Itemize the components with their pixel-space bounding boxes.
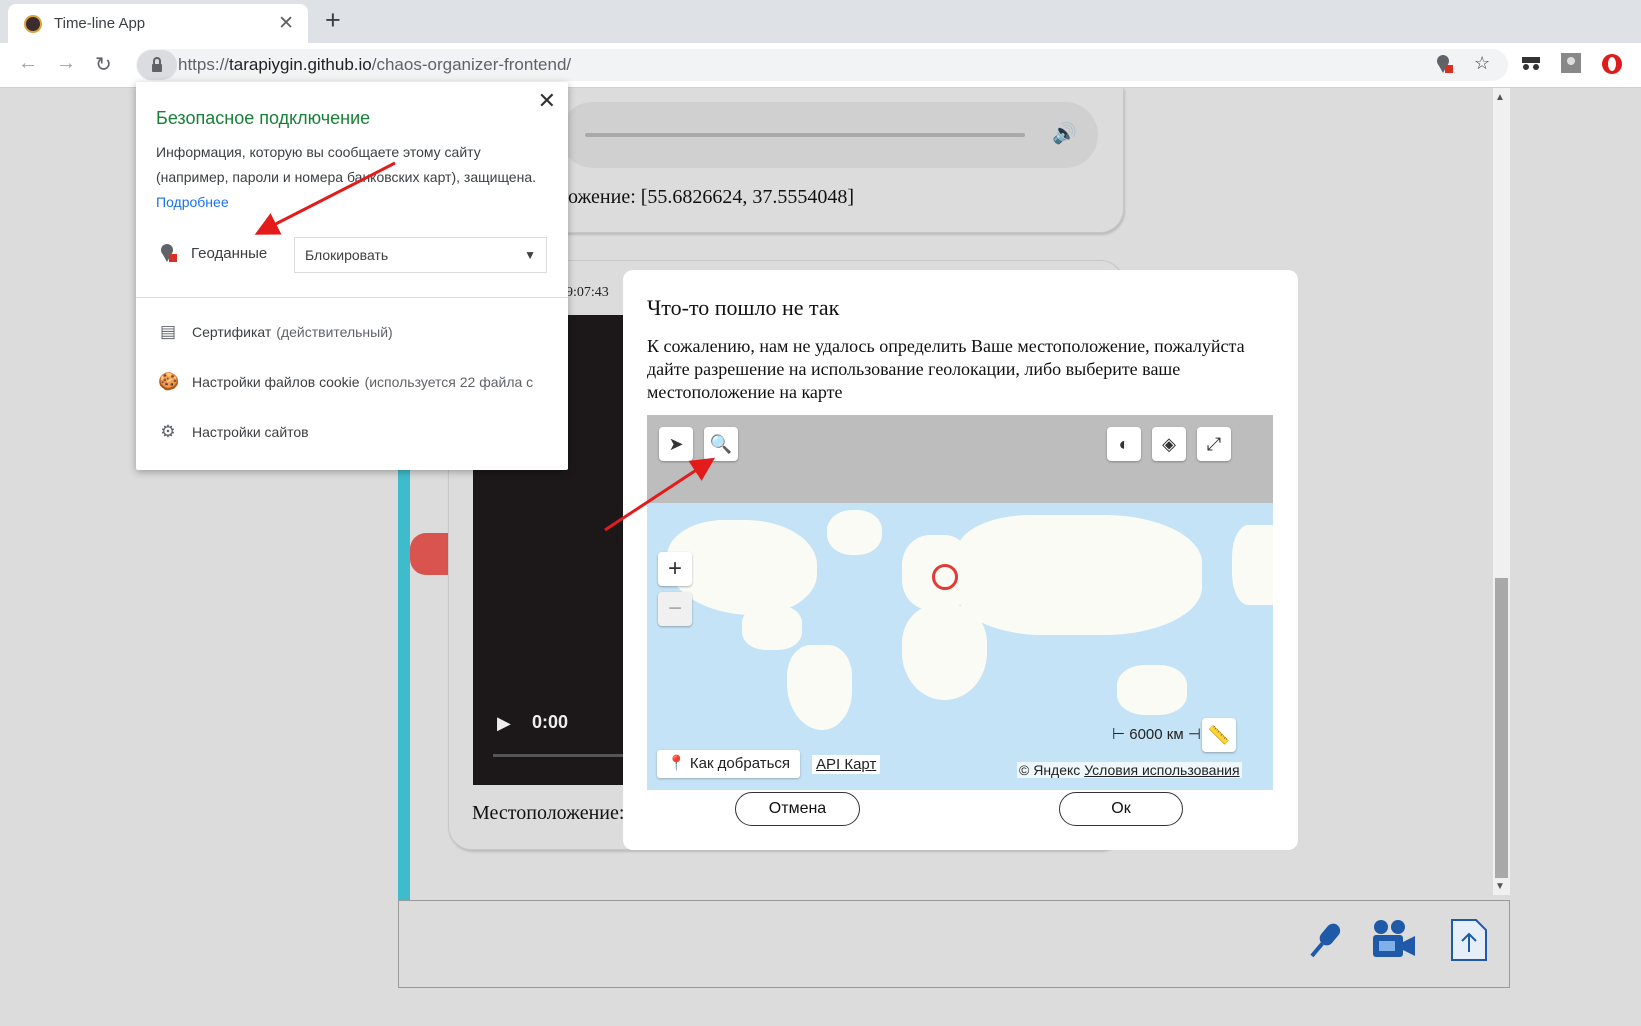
popup-title: Безопасное подключение — [156, 108, 371, 128]
map-copyright: © Яндекс Условия использования — [1017, 762, 1242, 778]
timeline-marker — [410, 533, 448, 575]
video-camera-icon[interactable] — [1371, 918, 1417, 967]
land-greenland — [827, 510, 882, 555]
popup-text: Информация, которую вы сообщаете этому с… — [156, 140, 551, 215]
yandex-map[interactable]: ➤ 🔍 ◐ ◈ ⤢ + − ⊢ 6000 км ⊣ 📏 📍 Как добрат… — [647, 415, 1273, 790]
tab-title: Time-line App — [54, 15, 146, 32]
map-search-button[interactable]: 🔍 — [704, 427, 738, 461]
minus-icon: − — [667, 595, 682, 622]
zoom-out-button[interactable]: − — [658, 592, 692, 626]
land-asia — [957, 515, 1202, 635]
expand-icon: ⤢ — [1206, 433, 1222, 454]
certificate-label: Сертификат — [192, 324, 272, 340]
site-settings-row[interactable]: ⚙ Настройки сайтов — [158, 422, 309, 442]
certificate-icon: ▤ — [159, 322, 177, 341]
modal-text: К сожалению, нам не удалось определить В… — [647, 336, 1245, 402]
video-time: 0:00 — [532, 712, 569, 732]
cookie-status: (используется 22 файла с — [364, 374, 534, 390]
new-tab-button[interactable]: + — [325, 5, 341, 36]
api-maps-link[interactable]: API Карт — [812, 755, 881, 774]
opera-extension-icon[interactable] — [1601, 53, 1623, 80]
certificate-status: (действительный) — [276, 324, 393, 340]
pin-icon: 📍 — [667, 755, 686, 772]
back-icon[interactable]: ← — [18, 52, 38, 75]
play-icon[interactable]: ▶ — [497, 713, 511, 734]
geo-select-value: Блокировать — [305, 247, 389, 263]
land-africa — [902, 605, 987, 700]
land-alaska — [1232, 525, 1273, 605]
land-australia — [1117, 665, 1187, 715]
route-label: Как добраться — [689, 755, 791, 772]
location-marker-icon — [932, 564, 958, 590]
scroll-up-icon[interactable]: ▲ — [1495, 92, 1505, 103]
layers-button[interactable]: ◈ — [1152, 427, 1186, 461]
traffic-button[interactable]: ◐ — [1107, 427, 1141, 461]
modal-title: Что-то пошло не так — [647, 295, 840, 320]
cancel-button[interactable]: Отмена — [735, 792, 860, 826]
scrollbar-thumb[interactable] — [1495, 578, 1508, 878]
chevron-down-icon: ▼ — [524, 248, 536, 262]
scroll-down-icon[interactable]: ▼ — [1495, 881, 1505, 892]
scale-label: 6000 км — [1129, 726, 1184, 743]
url-scheme: https:// — [178, 55, 230, 74]
geo-permission-select[interactable]: Блокировать ▼ — [294, 237, 547, 273]
route-button[interactable]: 📍 Как добраться — [657, 750, 801, 778]
cookie-label: Настройки файлов cookie — [192, 374, 360, 390]
url-path: /chaos-organizer-frontend/ — [371, 55, 572, 74]
ruler-button[interactable]: 📏 — [1202, 718, 1236, 752]
geolocation-blocked-icon — [158, 242, 178, 269]
upload-file-icon[interactable] — [1450, 918, 1488, 967]
reload-icon[interactable]: ↻ — [95, 52, 112, 77]
cookie-settings-row[interactable]: 🍪 Настройки файлов cookie (используется 22… — [158, 372, 533, 392]
copyright-text: © Яндекс — [1019, 762, 1081, 778]
navigation-arrow-icon: ➤ — [668, 433, 684, 454]
ruler-icon: 📏 — [1207, 724, 1231, 745]
microphone-icon[interactable] — [1302, 918, 1346, 967]
gear-icon: ⚙ — [160, 422, 176, 441]
layers-icon: ◈ — [1162, 433, 1176, 454]
tab-close-icon[interactable]: ✕ — [278, 12, 294, 35]
search-icon: 🔍 — [709, 433, 733, 454]
close-icon[interactable]: ✕ — [538, 88, 556, 114]
certificate-row[interactable]: ▤ Сертификат (действительный) — [158, 322, 393, 342]
cookie-icon: 🍪 — [158, 372, 180, 391]
tab-active[interactable]: Time-line App ✕ — [8, 4, 308, 43]
card-timestamp: 9:07:43 — [566, 285, 609, 300]
url-text: https://tarapiygin.github.io/chaos-organ… — [178, 55, 571, 75]
fullscreen-button[interactable]: ⤢ — [1197, 427, 1231, 461]
location-blocked-icon[interactable] — [1434, 53, 1454, 80]
map-scale: ⊢ 6000 км ⊣ — [1112, 726, 1201, 743]
geo-label: Геоданные — [191, 245, 268, 262]
popup-divider — [136, 297, 568, 298]
popup-description: Информация, которую вы сообщаете этому с… — [156, 144, 537, 185]
audio-progress[interactable] — [585, 133, 1025, 137]
bookmark-star-icon[interactable]: ☆ — [1474, 53, 1490, 74]
traffic-icon: ◐ — [1118, 433, 1130, 454]
forward-icon[interactable]: → — [56, 52, 76, 75]
more-link[interactable]: Подробнее — [156, 194, 229, 210]
profile-avatar-icon[interactable] — [1561, 53, 1581, 78]
zoom-in-button[interactable]: + — [658, 552, 692, 586]
favicon-icon — [24, 15, 42, 33]
incognito-icon[interactable] — [1520, 53, 1542, 78]
card-location: ложение: [55.6826624, 37.5554048] — [558, 186, 855, 208]
plus-icon: + — [667, 555, 682, 582]
ok-button[interactable]: Ок — [1059, 792, 1183, 826]
geolocate-button[interactable]: ➤ — [659, 427, 693, 461]
land-south-america — [787, 645, 852, 730]
site-info-popup: Безопасное подключение ✕ Информация, кот… — [136, 82, 568, 470]
lock-icon — [152, 57, 162, 72]
timeline-track — [398, 440, 410, 900]
url-host: tarapiygin.github.io — [229, 55, 372, 74]
volume-icon[interactable]: 🔊 — [1052, 121, 1077, 146]
site-info-button[interactable] — [137, 50, 177, 80]
card-location-label: Местоположение: — [472, 802, 625, 824]
terms-link[interactable]: Условия использования — [1084, 762, 1239, 778]
site-settings-label: Настройки сайтов — [192, 424, 309, 440]
land-central-america — [742, 605, 802, 650]
